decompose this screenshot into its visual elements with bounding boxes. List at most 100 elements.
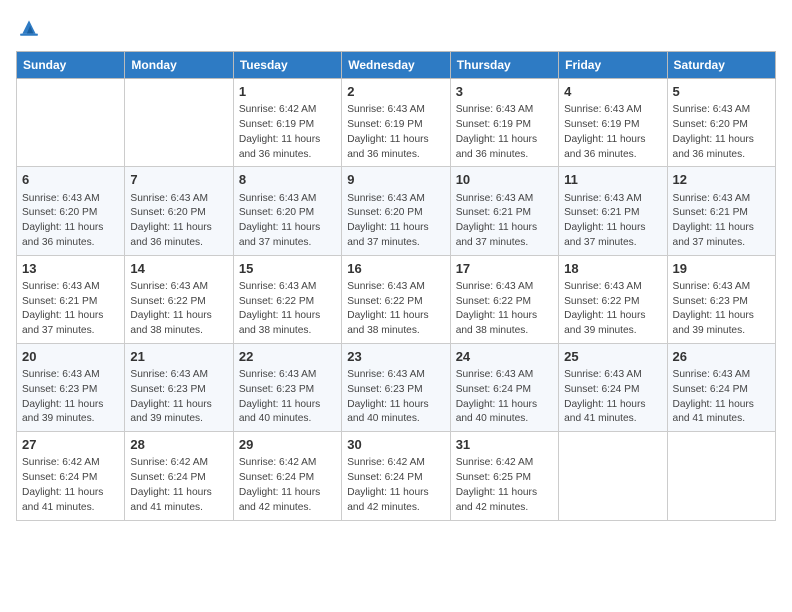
day-number: 28	[130, 436, 227, 454]
calendar-cell: 26 Sunrise: 6:43 AM Sunset: 6:24 PM Dayli…	[667, 343, 775, 431]
day-info: Sunrise: 6:43 AM Sunset: 6:22 PM Dayligh…	[456, 280, 553, 339]
calendar-cell	[667, 432, 775, 520]
weekday-header-monday: Monday	[125, 52, 233, 79]
day-number: 10	[456, 171, 553, 189]
day-info: Sunrise: 6:42 AM Sunset: 6:24 PM Dayligh…	[130, 456, 227, 515]
day-number: 2	[347, 83, 444, 101]
day-info: Sunrise: 6:43 AM Sunset: 6:20 PM Dayligh…	[347, 192, 444, 251]
day-info: Sunrise: 6:42 AM Sunset: 6:19 PM Dayligh…	[239, 103, 336, 162]
calendar-cell	[125, 79, 233, 167]
calendar-cell: 29 Sunrise: 6:42 AM Sunset: 6:24 PM Dayli…	[233, 432, 341, 520]
day-info: Sunrise: 6:42 AM Sunset: 6:24 PM Dayligh…	[22, 456, 119, 515]
page-header	[16, 16, 776, 43]
calendar-cell: 21 Sunrise: 6:43 AM Sunset: 6:23 PM Dayli…	[125, 343, 233, 431]
calendar-cell: 16 Sunrise: 6:43 AM Sunset: 6:22 PM Dayli…	[342, 255, 450, 343]
calendar-cell: 24 Sunrise: 6:43 AM Sunset: 6:24 PM Dayli…	[450, 343, 558, 431]
calendar-week-row: 27 Sunrise: 6:42 AM Sunset: 6:24 PM Dayli…	[17, 432, 776, 520]
calendar-cell: 4 Sunrise: 6:43 AM Sunset: 6:19 PM Daylig…	[559, 79, 667, 167]
calendar-cell: 25 Sunrise: 6:43 AM Sunset: 6:24 PM Dayli…	[559, 343, 667, 431]
day-number: 15	[239, 260, 336, 278]
calendar-cell: 27 Sunrise: 6:42 AM Sunset: 6:24 PM Dayli…	[17, 432, 125, 520]
day-info: Sunrise: 6:43 AM Sunset: 6:24 PM Dayligh…	[564, 368, 661, 427]
calendar-cell: 8 Sunrise: 6:43 AM Sunset: 6:20 PM Daylig…	[233, 167, 341, 255]
calendar-cell: 2 Sunrise: 6:43 AM Sunset: 6:19 PM Daylig…	[342, 79, 450, 167]
day-info: Sunrise: 6:43 AM Sunset: 6:23 PM Dayligh…	[22, 368, 119, 427]
calendar-cell: 7 Sunrise: 6:43 AM Sunset: 6:20 PM Daylig…	[125, 167, 233, 255]
day-info: Sunrise: 6:43 AM Sunset: 6:24 PM Dayligh…	[673, 368, 770, 427]
calendar-cell: 23Sunrise: 6:43 AM Sunset: 6:23 PM Dayli…	[342, 343, 450, 431]
day-number: 12	[673, 171, 770, 189]
day-number: 18	[564, 260, 661, 278]
calendar-cell: 12 Sunrise: 6:43 AM Sunset: 6:21 PM Dayli…	[667, 167, 775, 255]
calendar-cell: 10 Sunrise: 6:43 AM Sunset: 6:21 PM Dayli…	[450, 167, 558, 255]
day-number: 7	[130, 171, 227, 189]
day-info: Sunrise: 6:43 AM Sunset: 6:21 PM Dayligh…	[673, 192, 770, 251]
day-number: 29	[239, 436, 336, 454]
calendar-cell: 20 Sunrise: 6:43 AM Sunset: 6:23 PM Dayli…	[17, 343, 125, 431]
day-number: 3	[456, 83, 553, 101]
day-number: 25	[564, 348, 661, 366]
day-info: Sunrise: 6:43 AM Sunset: 6:22 PM Dayligh…	[564, 280, 661, 339]
day-info: Sunrise: 6:43 AM Sunset: 6:20 PM Dayligh…	[239, 192, 336, 251]
day-info: Sunrise: 6:43 AM Sunset: 6:23 PM Dayligh…	[130, 368, 227, 427]
day-info: Sunrise: 6:43 AM Sunset: 6:24 PM Dayligh…	[456, 368, 553, 427]
day-number: 4	[564, 83, 661, 101]
day-info: Sunrise: 6:42 AM Sunset: 6:24 PM Dayligh…	[239, 456, 336, 515]
weekday-header-tuesday: Tuesday	[233, 52, 341, 79]
day-number: 16	[347, 260, 444, 278]
day-number: 30	[347, 436, 444, 454]
calendar-week-row: 1 Sunrise: 6:42 AM Sunset: 6:19 PM Daylig…	[17, 79, 776, 167]
day-number: 21	[130, 348, 227, 366]
day-number: 31	[456, 436, 553, 454]
calendar-week-row: 6 Sunrise: 6:43 AM Sunset: 6:20 PM Daylig…	[17, 167, 776, 255]
day-number: 8	[239, 171, 336, 189]
day-number: 22	[239, 348, 336, 366]
day-number: 14	[130, 260, 227, 278]
day-info: Sunrise: 6:42 AM Sunset: 6:24 PM Dayligh…	[347, 456, 444, 515]
day-info: Sunrise: 6:43 AM Sunset: 6:20 PM Dayligh…	[673, 103, 770, 162]
day-info: Sunrise: 6:43 AM Sunset: 6:23 PM Dayligh…	[673, 280, 770, 339]
logo-icon	[18, 16, 40, 38]
calendar-cell: 18 Sunrise: 6:43 AM Sunset: 6:22 PM Dayli…	[559, 255, 667, 343]
day-number: 26	[673, 348, 770, 366]
day-info: Sunrise: 6:43 AM Sunset: 6:23 PM Dayligh…	[347, 368, 444, 427]
day-info: Sunrise: 6:43 AM Sunset: 6:21 PM Dayligh…	[456, 192, 553, 251]
calendar-week-row: 20 Sunrise: 6:43 AM Sunset: 6:23 PM Dayli…	[17, 343, 776, 431]
day-number: 5	[673, 83, 770, 101]
calendar-cell: 13Sunrise: 6:43 AM Sunset: 6:21 PM Dayli…	[17, 255, 125, 343]
day-info: Sunrise: 6:43 AM Sunset: 6:23 PM Dayligh…	[239, 368, 336, 427]
calendar-cell	[559, 432, 667, 520]
day-info: Sunrise: 6:43 AM Sunset: 6:20 PM Dayligh…	[22, 192, 119, 251]
calendar-cell: 1 Sunrise: 6:42 AM Sunset: 6:19 PM Daylig…	[233, 79, 341, 167]
day-info: Sunrise: 6:43 AM Sunset: 6:22 PM Dayligh…	[130, 280, 227, 339]
calendar-table: SundayMondayTuesdayWednesdayThursdayFrid…	[16, 51, 776, 521]
day-number: 6	[22, 171, 119, 189]
day-number: 17	[456, 260, 553, 278]
day-number: 20	[22, 348, 119, 366]
day-info: Sunrise: 6:43 AM Sunset: 6:19 PM Dayligh…	[564, 103, 661, 162]
day-info: Sunrise: 6:43 AM Sunset: 6:22 PM Dayligh…	[347, 280, 444, 339]
calendar-cell: 30 Sunrise: 6:42 AM Sunset: 6:24 PM Dayli…	[342, 432, 450, 520]
calendar-cell: 31Sunrise: 6:42 AM Sunset: 6:25 PM Dayli…	[450, 432, 558, 520]
day-number: 24	[456, 348, 553, 366]
calendar-cell: 3Sunrise: 6:43 AM Sunset: 6:19 PM Daylig…	[450, 79, 558, 167]
calendar-cell: 9Sunrise: 6:43 AM Sunset: 6:20 PM Daylig…	[342, 167, 450, 255]
weekday-header-thursday: Thursday	[450, 52, 558, 79]
calendar-cell	[17, 79, 125, 167]
day-number: 27	[22, 436, 119, 454]
calendar-cell: 5 Sunrise: 6:43 AM Sunset: 6:20 PM Daylig…	[667, 79, 775, 167]
calendar-header-row: SundayMondayTuesdayWednesdayThursdayFrid…	[17, 52, 776, 79]
calendar-cell: 14 Sunrise: 6:43 AM Sunset: 6:22 PM Dayli…	[125, 255, 233, 343]
calendar-cell: 17 Sunrise: 6:43 AM Sunset: 6:22 PM Dayli…	[450, 255, 558, 343]
day-info: Sunrise: 6:43 AM Sunset: 6:19 PM Dayligh…	[347, 103, 444, 162]
calendar-cell: 28 Sunrise: 6:42 AM Sunset: 6:24 PM Dayli…	[125, 432, 233, 520]
day-number: 1	[239, 83, 336, 101]
weekday-header-friday: Friday	[559, 52, 667, 79]
calendar-cell: 22 Sunrise: 6:43 AM Sunset: 6:23 PM Dayli…	[233, 343, 341, 431]
calendar-cell: 15Sunrise: 6:43 AM Sunset: 6:22 PM Dayli…	[233, 255, 341, 343]
calendar-cell: 19 Sunrise: 6:43 AM Sunset: 6:23 PM Dayli…	[667, 255, 775, 343]
calendar-cell: 11Sunrise: 6:43 AM Sunset: 6:21 PM Dayli…	[559, 167, 667, 255]
day-info: Sunrise: 6:43 AM Sunset: 6:21 PM Dayligh…	[564, 192, 661, 251]
day-number: 19	[673, 260, 770, 278]
day-info: Sunrise: 6:43 AM Sunset: 6:20 PM Dayligh…	[130, 192, 227, 251]
